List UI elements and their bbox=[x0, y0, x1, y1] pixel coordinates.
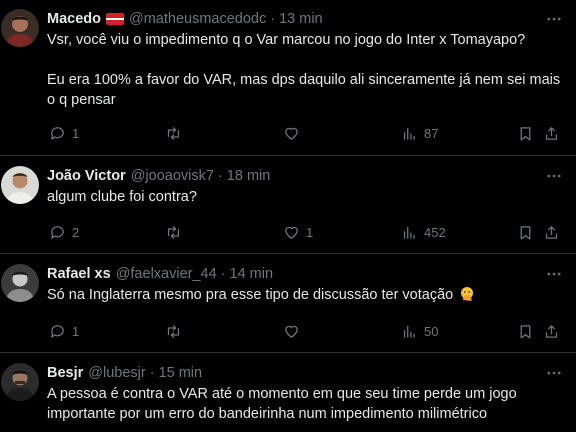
tweet-rafael-xs[interactable]: Rafael xs @faelxavier_44 · 14 min Só na … bbox=[0, 255, 576, 353]
separator-dot: · bbox=[270, 10, 276, 27]
retweet-icon bbox=[167, 225, 180, 239]
display-name[interactable]: Rafael xs bbox=[47, 266, 111, 282]
action-bar: 1 87 bbox=[47, 123, 564, 143]
tweet-besjr[interactable]: Besjr @lubesjr · 15 min A pessoa é contr… bbox=[0, 354, 576, 432]
views-button[interactable]: 50 bbox=[401, 323, 438, 340]
avatar[interactable] bbox=[1, 9, 39, 47]
tweet-joao-victor[interactable]: João Victor @jooaovisk7 · 18 min algum c… bbox=[0, 157, 576, 254]
views-icon bbox=[403, 325, 415, 338]
display-name[interactable]: Besjr bbox=[47, 365, 83, 381]
views-count: 452 bbox=[424, 224, 446, 240]
like-icon bbox=[285, 127, 298, 140]
tweet-paragraph: Só na Inglaterra mesmo pra esse tipo de … bbox=[47, 285, 564, 305]
share-button[interactable] bbox=[543, 125, 560, 142]
like-icon bbox=[285, 325, 298, 338]
bookmark-icon bbox=[520, 126, 531, 141]
more-icon[interactable] bbox=[544, 264, 564, 283]
avatar[interactable] bbox=[1, 363, 39, 401]
views-icon bbox=[403, 226, 415, 239]
separator-dot: · bbox=[217, 167, 223, 184]
tweet-text: algum clube foi contra? bbox=[47, 187, 564, 207]
like-button[interactable] bbox=[283, 323, 306, 340]
separator-dot: · bbox=[149, 364, 155, 381]
views-count: 50 bbox=[424, 323, 439, 339]
display-name[interactable]: João Victor bbox=[47, 168, 126, 184]
display-name[interactable]: Macedo bbox=[47, 11, 101, 27]
timestamp[interactable]: 15 min bbox=[159, 365, 203, 381]
reply-count: 1 bbox=[72, 323, 80, 339]
bookmark-icon bbox=[520, 324, 531, 339]
bookmark-button[interactable] bbox=[517, 323, 534, 340]
more-icon[interactable] bbox=[544, 363, 564, 382]
tweet-text: Vsr, você viu o impedimento q o Var marc… bbox=[47, 30, 564, 110]
more-icon[interactable] bbox=[544, 9, 564, 28]
user-handle[interactable]: @matheusmacedodc bbox=[129, 11, 266, 27]
reply-button[interactable]: 2 bbox=[49, 224, 79, 241]
timestamp[interactable]: 18 min bbox=[227, 168, 271, 184]
timeline: Macedo @matheusmacedodc · 13 min Vsr, vo… bbox=[0, 0, 576, 432]
like-count: 1 bbox=[306, 224, 314, 240]
reply-button[interactable]: 1 bbox=[49, 125, 79, 142]
like-button[interactable]: 1 bbox=[283, 224, 313, 241]
reply-count: 1 bbox=[72, 125, 80, 141]
retweet-icon bbox=[167, 324, 180, 338]
reply-button[interactable]: 1 bbox=[49, 323, 79, 340]
tweet-text: A pessoa é contra o VAR até o momento em… bbox=[47, 384, 564, 424]
user-handle[interactable]: @lubesjr bbox=[88, 365, 145, 381]
retweet-button[interactable] bbox=[165, 323, 188, 340]
action-bar: 2 1 452 bbox=[47, 222, 564, 242]
share-icon bbox=[545, 324, 558, 338]
bookmark-button[interactable] bbox=[517, 224, 534, 241]
views-button[interactable]: 87 bbox=[401, 125, 438, 142]
retweet-button[interactable] bbox=[165, 224, 188, 241]
reply-icon bbox=[51, 324, 64, 338]
share-button[interactable] bbox=[543, 224, 560, 241]
user-handle[interactable]: @faelxavier_44 bbox=[116, 266, 217, 282]
views-button[interactable]: 452 bbox=[401, 224, 446, 241]
share-icon bbox=[545, 225, 558, 239]
user-handle[interactable]: @jooaovisk7 bbox=[131, 168, 214, 184]
bookmark-button[interactable] bbox=[517, 125, 534, 142]
like-button[interactable] bbox=[283, 125, 306, 142]
tweet-paragraph: Eu era 100% a favor do VAR, mas dps daqu… bbox=[47, 72, 561, 108]
tweet-paragraph: algum clube foi contra? bbox=[47, 189, 197, 205]
reply-icon bbox=[51, 225, 64, 239]
timestamp[interactable]: 14 min bbox=[230, 266, 274, 282]
tweet-paragraph: A pessoa é contra o VAR até o momento em… bbox=[47, 386, 517, 422]
separator-dot: · bbox=[220, 265, 226, 282]
retweet-button[interactable] bbox=[165, 125, 188, 142]
share-button[interactable] bbox=[543, 323, 560, 340]
tweet-paragraph: Vsr, você viu o impedimento q o Var marc… bbox=[47, 32, 526, 48]
tweet-text: Só na Inglaterra mesmo pra esse tipo de … bbox=[47, 285, 564, 305]
views-count: 87 bbox=[424, 125, 439, 141]
like-icon bbox=[285, 226, 298, 239]
avatar[interactable] bbox=[1, 264, 39, 302]
tweet-paragraph-text: Só na Inglaterra mesmo pra esse tipo de … bbox=[47, 287, 454, 303]
reply-count: 2 bbox=[72, 224, 80, 240]
flag-icon bbox=[106, 12, 124, 25]
bookmark-icon bbox=[520, 225, 531, 240]
tweet-macedo[interactable]: Macedo @matheusmacedodc · 13 min Vsr, vo… bbox=[0, 0, 576, 156]
avatar[interactable] bbox=[1, 166, 39, 204]
reply-icon bbox=[51, 126, 64, 140]
retweet-icon bbox=[167, 126, 180, 140]
views-icon bbox=[403, 127, 415, 140]
face-with-hand-over-mouth-icon bbox=[461, 287, 474, 301]
timestamp[interactable]: 13 min bbox=[279, 11, 323, 27]
more-icon[interactable] bbox=[544, 166, 564, 185]
share-icon bbox=[545, 126, 558, 140]
action-bar: 1 50 bbox=[47, 321, 564, 341]
